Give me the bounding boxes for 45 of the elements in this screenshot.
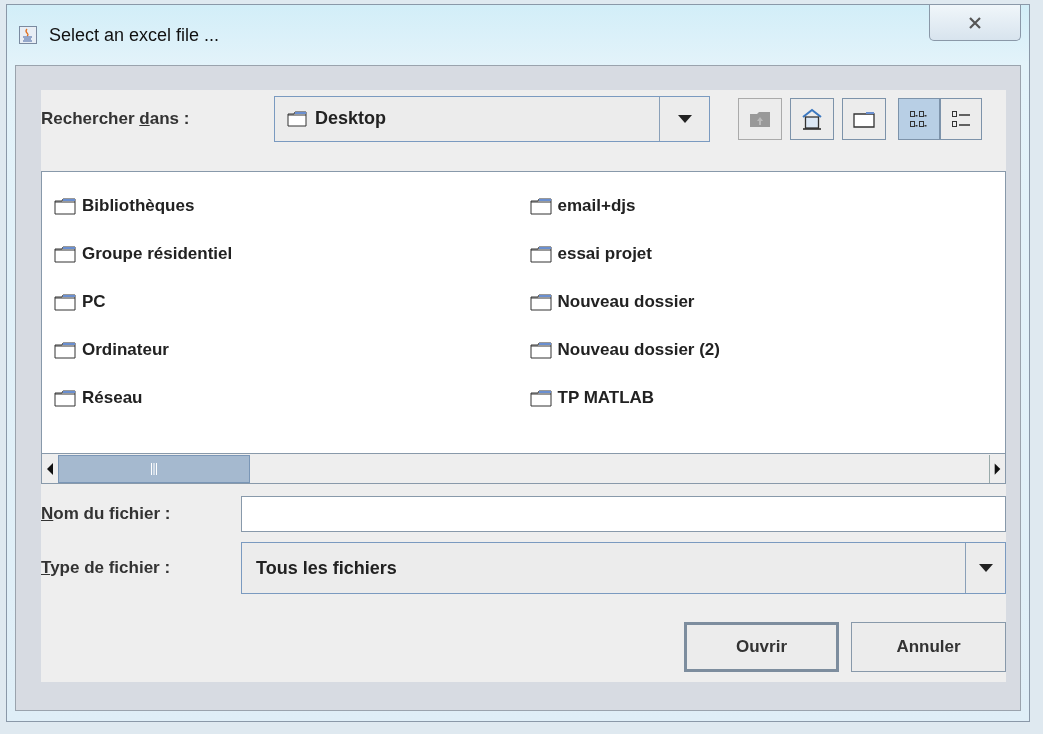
horizontal-scrollbar[interactable] <box>42 453 1005 483</box>
file-name-label: Nom du fichier : <box>41 504 172 524</box>
folder-item[interactable]: PC <box>54 278 530 326</box>
open-button[interactable]: Ouvrir <box>684 622 839 672</box>
file-name-field[interactable] <box>241 496 1006 532</box>
look-in-dropdown[interactable]: Desktop <box>274 95 710 142</box>
folder-icon <box>287 110 307 127</box>
caret-icon <box>978 564 993 572</box>
folder-icon <box>54 197 76 215</box>
grip-icon <box>150 462 158 475</box>
folder-item[interactable]: Réseau <box>54 374 530 422</box>
cancel-button[interactable]: Annuler <box>851 622 1006 672</box>
folder-item[interactable]: Groupe résidentiel <box>54 230 530 278</box>
folder-icon <box>853 109 875 128</box>
folder-item[interactable]: Bibliothèques <box>54 182 530 230</box>
close-icon <box>968 16 982 29</box>
cup-icon <box>19 26 37 44</box>
folder-item[interactable]: TP MATLAB <box>529 374 1005 422</box>
folder-icon <box>529 389 552 407</box>
folder-icon <box>529 245 552 263</box>
home-icon <box>801 107 823 130</box>
caret-icon <box>677 114 692 123</box>
folder-icon <box>54 341 76 359</box>
folder-up-icon <box>749 109 771 128</box>
file-type-label: Type de fichier : <box>41 558 172 578</box>
folder-item[interactable]: email+djs <box>529 182 1005 230</box>
scrollbar-thumb[interactable] <box>58 454 250 483</box>
details-view-button[interactable] <box>940 97 982 140</box>
folder-item[interactable]: Nouveau dossier <box>529 278 1005 326</box>
file-type-dropdown[interactable]: Tous les fichiers <box>241 542 1006 594</box>
folder-icon <box>54 293 76 311</box>
folder-icon <box>54 389 76 407</box>
list-view-button[interactable] <box>898 97 940 140</box>
folder-item[interactable]: Nouveau dossier (2) <box>529 326 1005 374</box>
new-folder-button[interactable] <box>842 97 886 140</box>
folder-icon <box>529 197 552 215</box>
folder-icon <box>529 293 552 311</box>
close-button[interactable] <box>929 5 1021 41</box>
folder-item[interactable]: Ordinateur <box>54 326 530 374</box>
home-button[interactable] <box>790 97 834 140</box>
look-in-label: Rechercher dans : <box>41 108 191 129</box>
window-title: Select an excel file ... <box>49 24 220 46</box>
folder-item[interactable]: essai projet <box>529 230 1005 278</box>
folder-icon <box>529 341 552 359</box>
folder-icon <box>54 245 76 263</box>
